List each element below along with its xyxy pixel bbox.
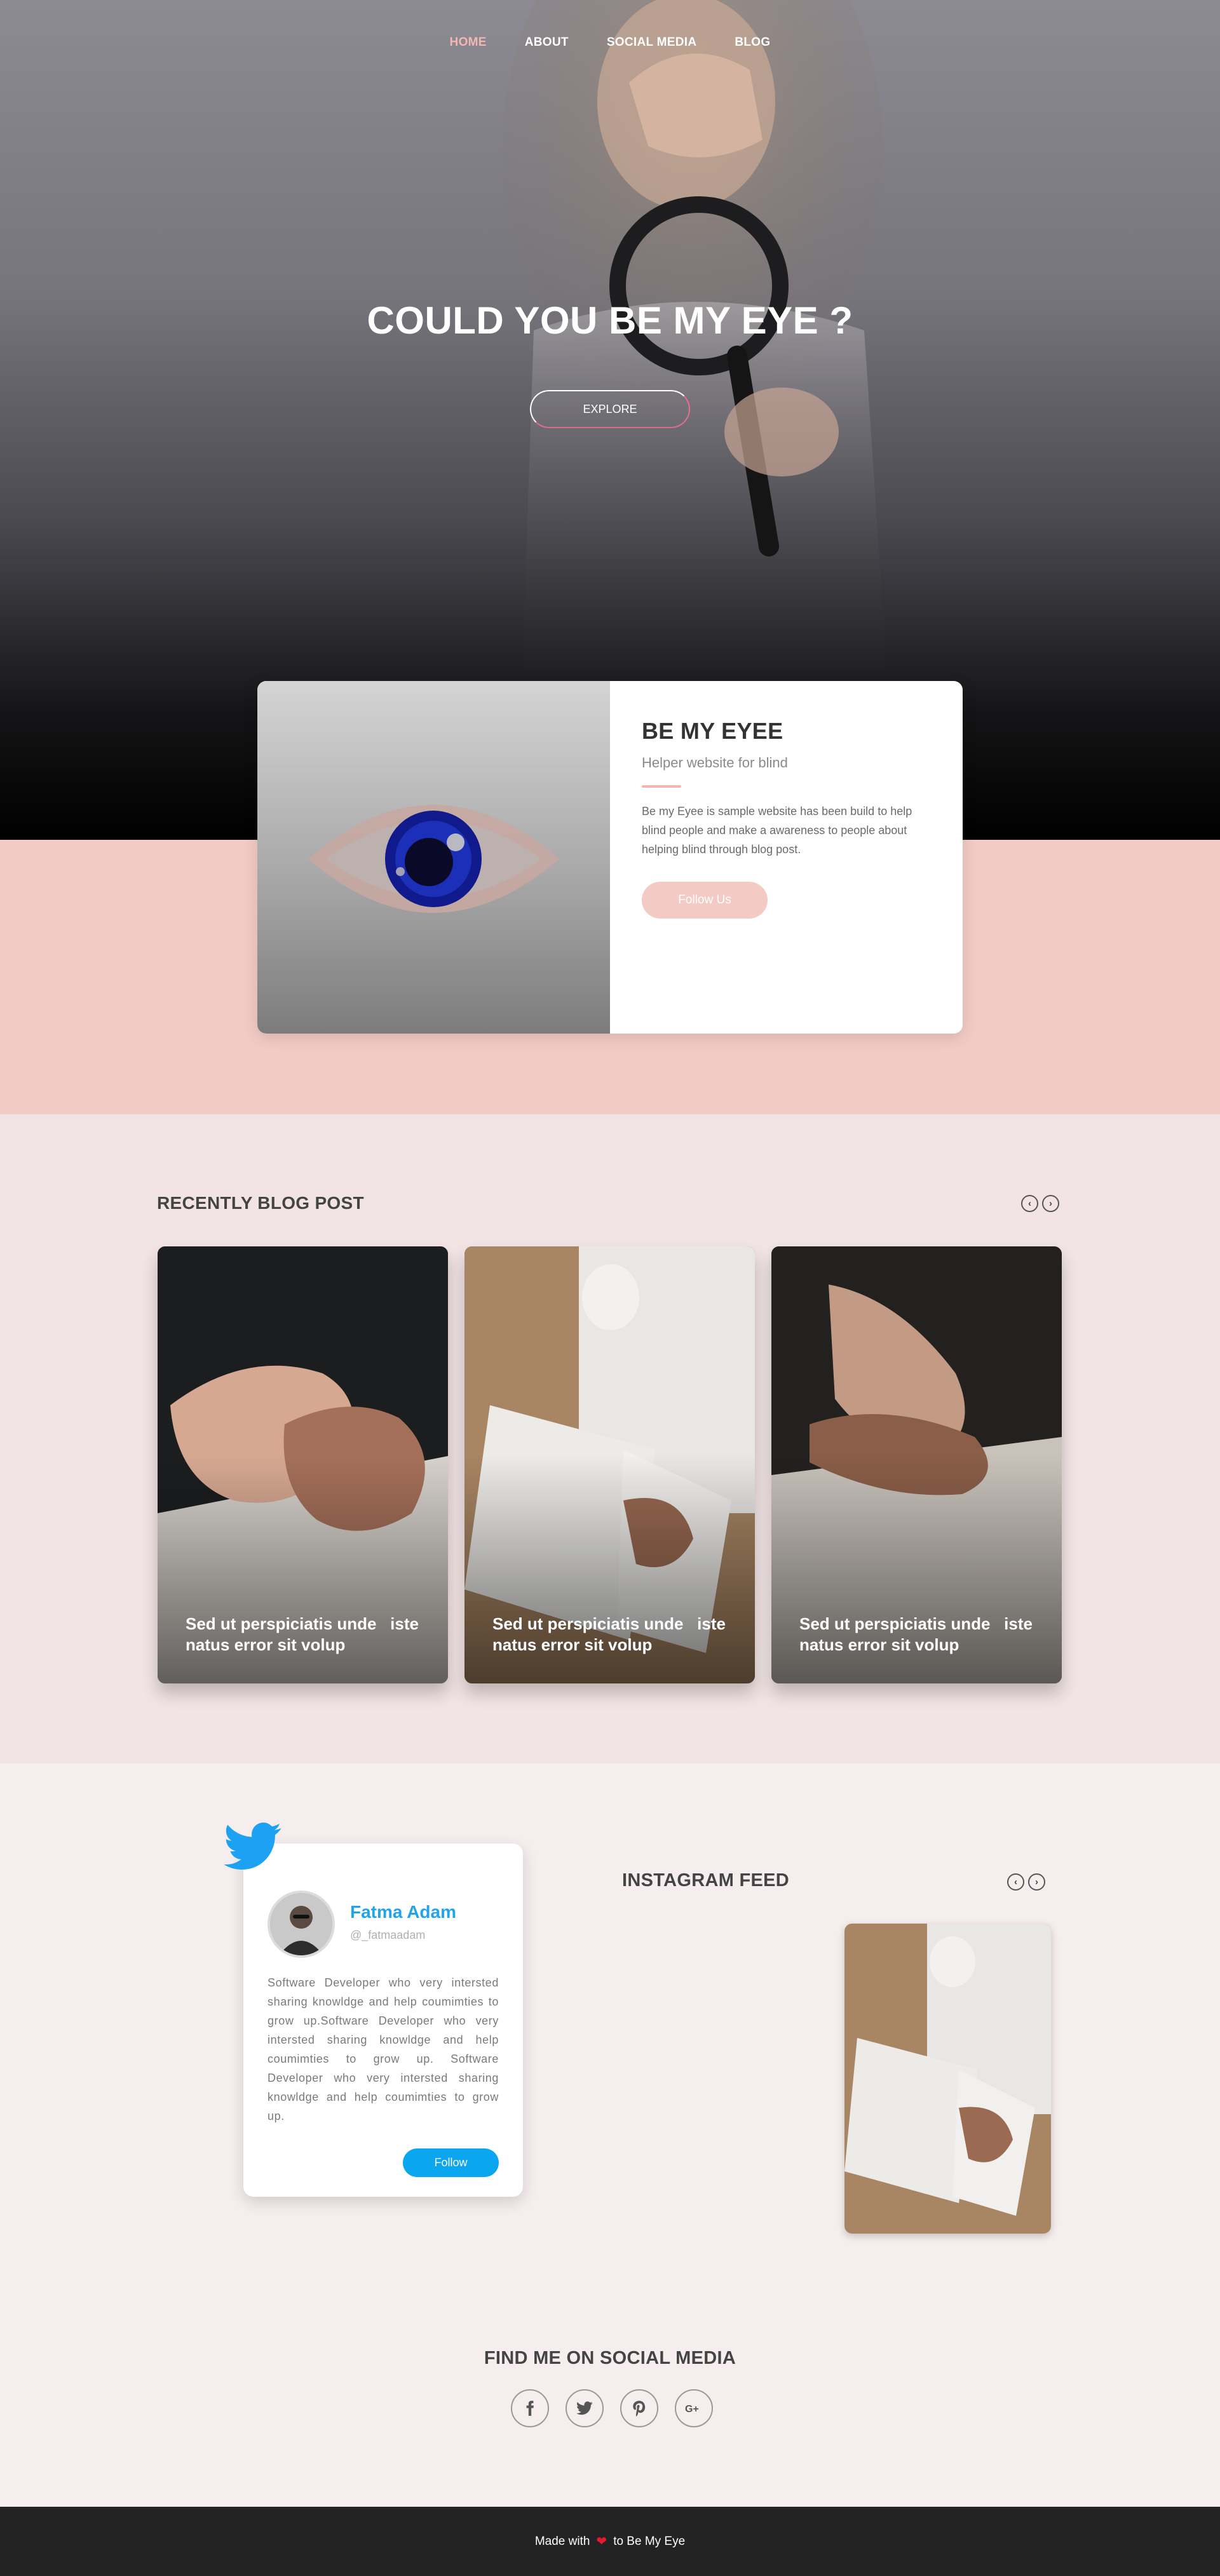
follow-us-button[interactable]: Follow Us xyxy=(642,882,768,919)
explore-button[interactable]: EXPLORE xyxy=(530,390,690,428)
twitter-card: Fatma Adam @_fatmaadam Software Develope… xyxy=(243,1844,523,2197)
heart-icon: ❤ xyxy=(596,2535,607,2549)
instagram-post-image[interactable] xyxy=(844,1924,1051,2234)
blog-card-caption: Sed ut perspiciatis unde iste natus erro… xyxy=(492,1614,731,1654)
intro-text: BE MY EYEE Helper website for blind Be m… xyxy=(642,718,934,919)
pinterest-icon[interactable] xyxy=(620,2389,658,2427)
instagram-carousel-controls: ‹ › xyxy=(1007,1873,1045,1891)
nav-social-media[interactable]: SOCIAL MEDIA xyxy=(607,36,697,50)
find-me-title: FIND ME ON SOCIAL MEDIA xyxy=(484,2348,736,2368)
intro-title: BE MY EYEE xyxy=(642,718,783,744)
blog-prev-button[interactable]: ‹ xyxy=(1021,1195,1038,1212)
social-icons: G+ xyxy=(511,2389,713,2427)
blog-section: RECENTLY BLOG POST ‹ › Sed ut perspiciat… xyxy=(0,1114,1220,1763)
eye-icon xyxy=(308,805,559,913)
facebook-icon[interactable] xyxy=(511,2389,549,2427)
twitter-handle: @_fatmaadam xyxy=(350,1929,426,1941)
twitter-follow-button[interactable]: Follow xyxy=(403,2148,499,2177)
main-nav: HOME ABOUT SOCIAL MEDIA BLOG xyxy=(0,36,1220,50)
footer-site-name: to Be My Eye xyxy=(613,2534,686,2548)
svg-text:G+: G+ xyxy=(685,2404,699,2415)
intro-card: BE MY EYEE Helper website for blind Be m… xyxy=(257,681,963,1034)
avatar xyxy=(268,1891,335,1958)
blog-next-button[interactable]: › xyxy=(1042,1195,1059,1212)
hero-image xyxy=(502,0,890,711)
instagram-prev-button[interactable]: ‹ xyxy=(1007,1873,1024,1891)
intro-subtitle: Helper website for blind xyxy=(642,755,788,771)
nav-home[interactable]: HOME xyxy=(450,36,487,50)
blog-title: RECENTLY BLOG POST xyxy=(157,1193,364,1213)
footer-made-with: Made with xyxy=(534,2534,590,2548)
blog-card[interactable]: Sed ut perspiciatis unde iste natus erro… xyxy=(464,1246,755,1683)
blog-card[interactable]: Sed ut perspiciatis unde iste natus erro… xyxy=(771,1246,1062,1683)
blog-carousel-controls: ‹ › xyxy=(1021,1195,1059,1212)
footer: Made with ❤ to Be My Eye xyxy=(0,2507,1220,2576)
twitter-bio: Software Developer who very intersted sh… xyxy=(268,1976,499,2122)
intro-description: Be my Eyee is sample website has been bu… xyxy=(642,805,912,856)
twitter-bird-icon xyxy=(224,1823,281,1870)
twitter-icon[interactable] xyxy=(566,2389,604,2427)
nav-about[interactable]: ABOUT xyxy=(525,36,569,50)
eye-illustration xyxy=(257,681,610,1034)
blog-card-caption: Sed ut perspiciatis unde iste natus erro… xyxy=(186,1614,424,1654)
nav-blog[interactable]: BLOG xyxy=(735,36,770,50)
blog-card[interactable]: Sed ut perspiciatis unde iste natus erro… xyxy=(158,1246,448,1683)
intro-divider xyxy=(642,785,681,788)
hero-title: COULD YOU BE MY EYE ? xyxy=(367,299,853,342)
instagram-next-button[interactable]: › xyxy=(1028,1873,1045,1891)
social-section: Fatma Adam @_fatmaadam Software Develope… xyxy=(0,1763,1220,2507)
google-plus-icon[interactable]: G+ xyxy=(675,2389,713,2427)
blog-card-caption: Sed ut perspiciatis unde iste natus erro… xyxy=(799,1614,1038,1654)
instagram-title: INSTAGRAM FEED xyxy=(622,1870,790,1891)
twitter-name[interactable]: Fatma Adam xyxy=(350,1902,456,1922)
